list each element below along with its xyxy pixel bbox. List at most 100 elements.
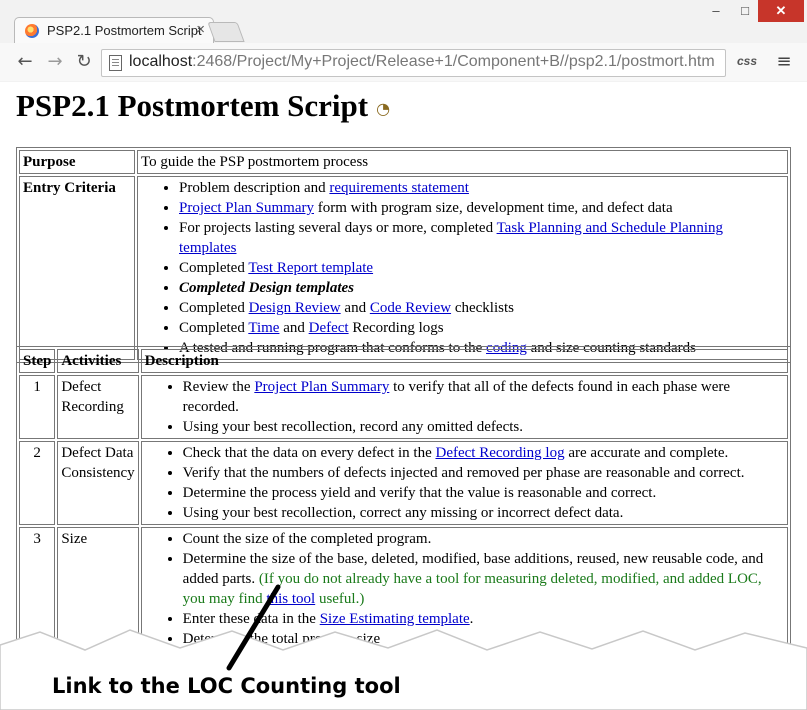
design-review-link[interactable]: Design Review: [249, 300, 341, 316]
item-text: checklists: [451, 300, 514, 316]
item-text: Completed: [179, 300, 249, 316]
item-text: Completed Design templates: [179, 280, 354, 296]
tool-hint-text: useful.): [315, 591, 365, 607]
forward-arrow-icon[interactable]: →: [42, 49, 68, 75]
project-plan-summary-link[interactable]: Project Plan Summary: [254, 379, 389, 395]
list-item: Project Plan Summary form with program s…: [179, 198, 784, 218]
item-text: are accurate and complete.: [564, 445, 729, 461]
favicon-icon: [25, 24, 39, 38]
time-log-link[interactable]: Time: [248, 320, 279, 336]
tab-title: PSP2.1 Postmortem Script: [47, 23, 202, 38]
item-text: Check that the data on every defect in t…: [182, 445, 436, 461]
item-text: Review the: [182, 379, 255, 395]
steps-header-row: Step Activities Description: [19, 349, 788, 373]
description-list: Check that the data on every defect in t…: [145, 443, 784, 523]
item-text: .: [469, 611, 474, 627]
purpose-label: Purpose: [19, 150, 135, 174]
list-item: Review the Project Plan Summary to verif…: [183, 377, 784, 417]
steps-table: Step Activities Description 1 Defect Rec…: [16, 346, 791, 674]
page-title: PSP2.1 Postmortem Script ◔: [16, 88, 390, 124]
item-text: and: [279, 320, 309, 336]
defect-recording-log-link[interactable]: Defect Recording log: [435, 445, 564, 461]
list-item: Problem description and requirements sta…: [179, 178, 784, 198]
list-item: Enter these data in the Size Estimating …: [183, 609, 784, 629]
maximize-window-button[interactable]: □: [732, 0, 758, 22]
description-list: Count the size of the completed program.…: [145, 529, 784, 669]
list-item: Completed Time and Defect Recording logs: [179, 318, 784, 338]
back-arrow-icon[interactable]: ←: [12, 49, 38, 75]
list-item: Count the size of the completed program.: [183, 529, 784, 549]
list-item: Check that the data on every defect in t…: [183, 443, 784, 463]
list-item: Completed Design Review and Code Review …: [179, 298, 784, 318]
item-text: and: [340, 300, 370, 316]
list-item: Determine the total program size: [183, 629, 784, 649]
code-review-link[interactable]: Code Review: [370, 300, 451, 316]
reload-icon[interactable]: ↻: [71, 49, 97, 75]
loc-counting-tool-link[interactable]: this tool: [266, 591, 315, 607]
page-title-text: PSP2.1 Postmortem Script: [16, 88, 369, 123]
step-header: Step: [19, 349, 56, 373]
item-text: For projects lasting several days or mor…: [179, 220, 497, 236]
defect-log-link[interactable]: Defect: [309, 320, 349, 336]
url-text[interactable]: localhost:2468/Project/My+Project/Releas…: [129, 53, 715, 71]
step-description: Review the Project Plan Summary to verif…: [140, 375, 788, 439]
list-item: Determine the process yield and verify t…: [183, 483, 784, 503]
list-item: Verify that the numbers of defects injec…: [183, 463, 784, 483]
list-item: Completed Test Report template: [179, 258, 784, 278]
css-extension-button[interactable]: css: [737, 54, 757, 68]
list-item: Enter this data in the Project Plan Summ…: [183, 649, 784, 669]
tab-strip: PSP2.1 Postmortem Script × – □ ✕: [0, 0, 807, 44]
activities-header: Activities: [57, 349, 139, 373]
browser-tab[interactable]: PSP2.1 Postmortem Script ×: [14, 17, 214, 44]
timer-icon[interactable]: ◔: [376, 99, 390, 118]
project-plan-summary-link[interactable]: Project Plan Summary: [179, 200, 314, 216]
address-bar[interactable]: localhost:2468/Project/My+Project/Releas…: [101, 49, 726, 77]
browser-chrome: PSP2.1 Postmortem Script × – □ ✕ ← → ↻ l…: [0, 0, 807, 83]
table-row: 2 Defect Data Consistency Check that the…: [19, 441, 788, 525]
hamburger-menu-icon[interactable]: ≡: [774, 49, 794, 75]
list-item: For projects lasting several days or mor…: [179, 218, 784, 258]
item-text: Enter these data in the: [182, 611, 320, 627]
table-row: 1 Defect Recording Review the Project Pl…: [19, 375, 788, 439]
purpose-row: Purpose To guide the PSP postmortem proc…: [19, 150, 788, 174]
step-activity: Defect Data Consistency: [57, 441, 139, 525]
project-plan-summary-link[interactable]: Project Plan Summary: [311, 651, 446, 667]
page-content: PSP2.1 Postmortem Script ◔ Purpose To gui…: [0, 82, 807, 710]
entry-criteria-row: Entry Criteria Problem description and r…: [19, 176, 788, 360]
url-host: localhost: [129, 53, 193, 70]
item-text: form with program size, development time…: [314, 200, 673, 216]
minimize-window-button[interactable]: –: [700, 0, 732, 22]
description-list: Review the Project Plan Summary to verif…: [145, 377, 784, 437]
list-item: Determine the size of the base, deleted,…: [183, 549, 784, 609]
browser-toolbar: ← → ↻ localhost:2468/Project/My+Project/…: [0, 43, 807, 81]
url-path: :2468/Project/My+Project/Release+1/Compo…: [192, 53, 715, 70]
requirements-statement-link[interactable]: requirements statement: [329, 180, 469, 196]
list-item: Using your best recollection, correct an…: [183, 503, 784, 523]
step-number: 1: [19, 375, 56, 439]
item-text: Completed: [179, 260, 249, 276]
item-text: form.: [445, 651, 483, 667]
table-row: 3 Size Count the size of the completed p…: [19, 527, 788, 671]
new-tab-button[interactable]: [207, 22, 245, 42]
item-text: Recording logs: [348, 320, 444, 336]
entry-table: Purpose To guide the PSP postmortem proc…: [16, 147, 791, 363]
size-estimating-template-link[interactable]: Size Estimating template: [320, 611, 470, 627]
description-header: Description: [140, 349, 788, 373]
item-text: Problem description and: [179, 180, 330, 196]
item-text: Enter this data in the: [182, 651, 311, 667]
close-window-button[interactable]: ✕: [758, 0, 804, 22]
step-number: 3: [19, 527, 56, 671]
entry-criteria-list: Problem description and requirements sta…: [141, 178, 784, 358]
list-item: Completed Design templates: [179, 278, 784, 298]
step-activity: Size: [57, 527, 139, 671]
step-description: Count the size of the completed program.…: [140, 527, 788, 671]
list-item: Using your best recollection, record any…: [183, 417, 784, 437]
purpose-text: To guide the PSP postmortem process: [137, 150, 788, 174]
entry-criteria-cell: Problem description and requirements sta…: [137, 176, 788, 360]
step-activity: Defect Recording: [57, 375, 139, 439]
page-icon: [109, 55, 122, 71]
test-report-template-link[interactable]: Test Report template: [248, 260, 373, 276]
close-tab-icon[interactable]: ×: [196, 21, 205, 39]
callout-caption: Link to the LOC Counting tool: [52, 674, 401, 698]
step-number: 2: [19, 441, 56, 525]
